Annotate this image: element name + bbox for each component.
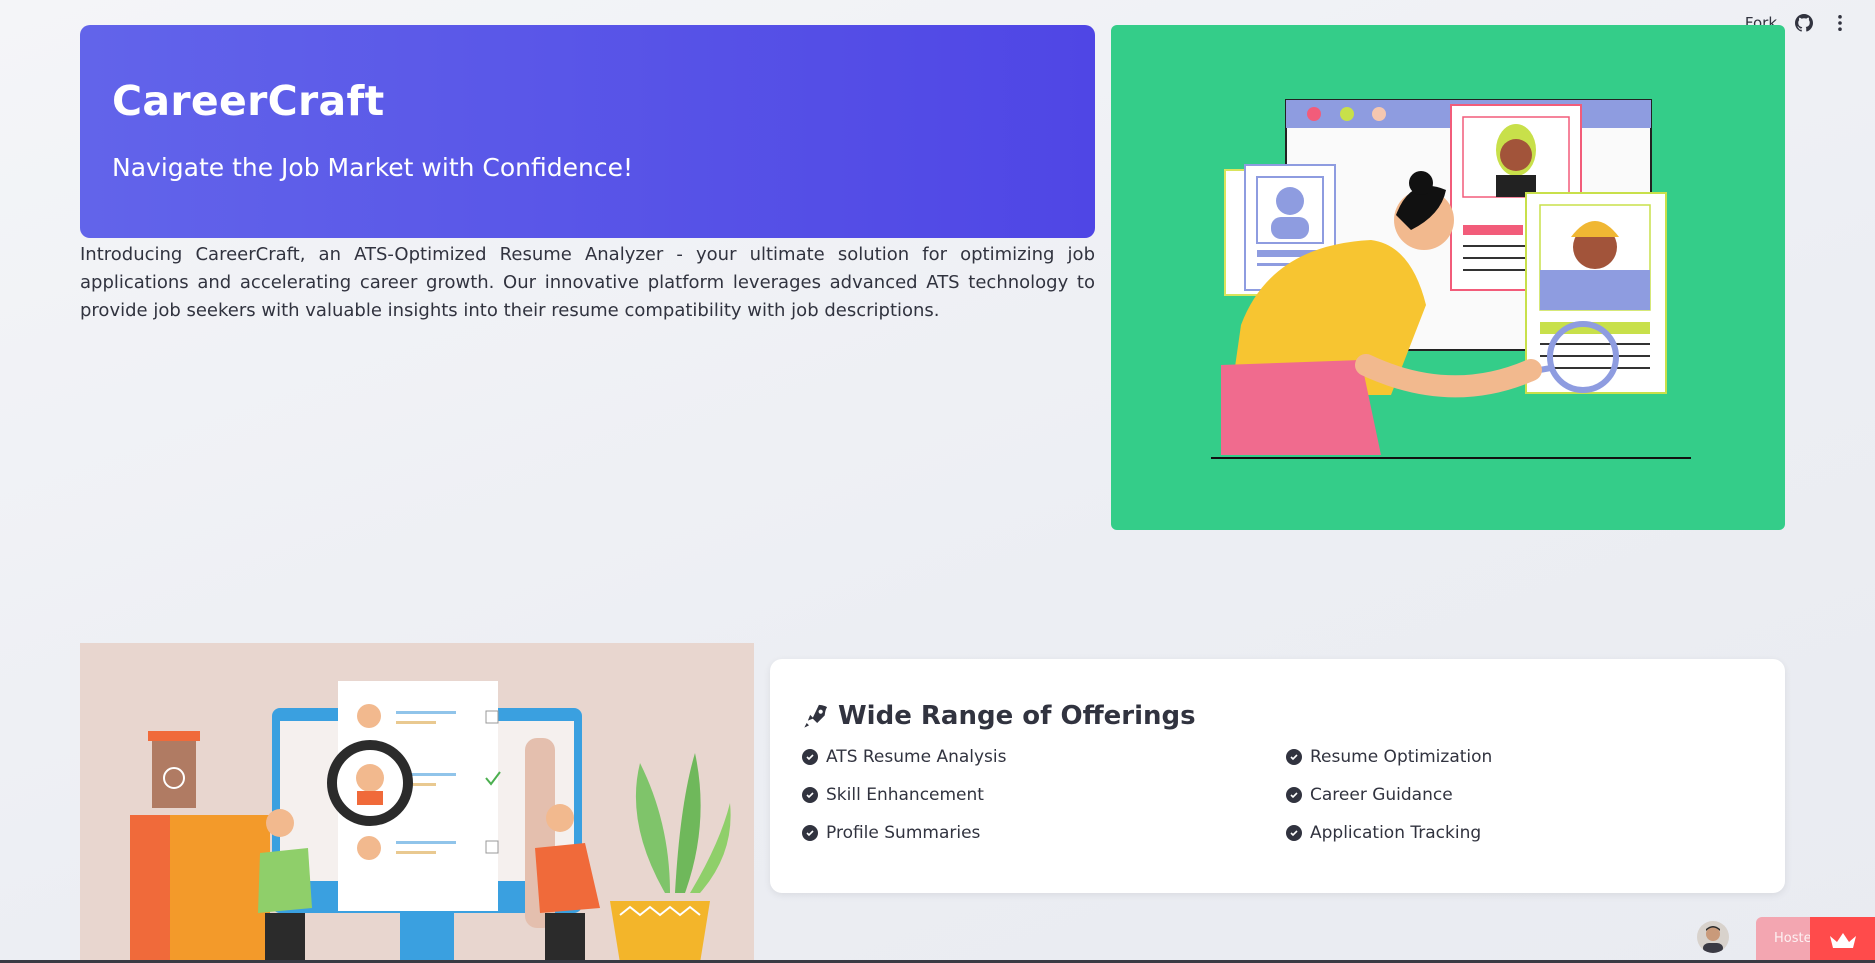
check-circle-icon: [802, 825, 818, 841]
offering-label: Career Guidance: [1310, 785, 1453, 805]
app-title: CareerCraft: [112, 77, 385, 125]
hosted-label: Hoste: [1774, 931, 1812, 946]
intro-paragraph: Introducing CareerCraft, an ATS-Optimize…: [80, 244, 1095, 321]
github-icon[interactable]: [1795, 14, 1813, 32]
candidate-search-illustration: [80, 643, 754, 963]
offering-label: Skill Enhancement: [826, 785, 984, 805]
user-avatar[interactable]: [1697, 921, 1729, 953]
check-circle-icon: [1286, 749, 1302, 765]
check-circle-icon: [1286, 825, 1302, 841]
offering-item: Application Tracking: [1286, 823, 1770, 843]
offering-label: ATS Resume Analysis: [826, 747, 1007, 767]
rocket-icon: [804, 704, 828, 728]
offering-item: Profile Summaries: [802, 823, 1286, 843]
crown-icon: [1829, 933, 1856, 948]
offerings-heading: Wide Range of Offerings: [802, 701, 1753, 731]
offering-label: Profile Summaries: [826, 823, 981, 843]
offering-item: ATS Resume Analysis: [802, 747, 1286, 767]
offerings-list: ATS Resume Analysis Resume Optimization …: [802, 747, 1753, 843]
offerings-card: Wide Range of Offerings ATS Resume Analy…: [770, 659, 1785, 893]
streamlit-crown-button[interactable]: [1810, 917, 1875, 963]
app-subtitle: Navigate the Job Market with Confidence!: [112, 153, 633, 182]
offering-item: Career Guidance: [1286, 785, 1770, 805]
offering-label: Resume Optimization: [1310, 747, 1493, 767]
offerings-title: Wide Range of Offerings: [838, 701, 1196, 731]
offering-item: Skill Enhancement: [802, 785, 1286, 805]
offering-item: Resume Optimization: [1286, 747, 1770, 767]
resume-review-illustration: [1111, 25, 1785, 530]
check-circle-icon: [802, 749, 818, 765]
more-menu-icon[interactable]: [1831, 14, 1849, 32]
check-circle-icon: [802, 787, 818, 803]
check-circle-icon: [1286, 787, 1302, 803]
offering-label: Application Tracking: [1310, 823, 1482, 843]
hero-banner: CareerCraft Navigate the Job Market with…: [80, 25, 1095, 238]
